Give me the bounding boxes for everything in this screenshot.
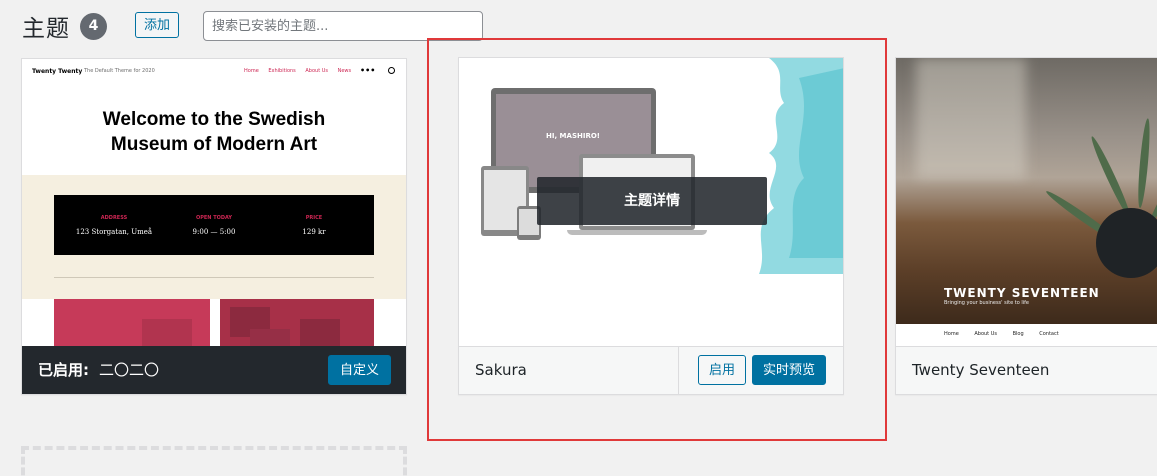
theme-screenshot[interactable]: Twenty Twenty The Default Theme for 2020… bbox=[22, 59, 406, 347]
active-theme-label: 已启用: 二〇二〇 bbox=[38, 361, 160, 379]
divider bbox=[54, 277, 374, 278]
screenshot-nav-item: About Us bbox=[305, 68, 329, 74]
screenshot-site-title: HI, MASHIRO! bbox=[546, 132, 600, 140]
screenshot-nav-item: Home bbox=[944, 331, 959, 337]
info-value: 123 Storgatan, Umeå bbox=[75, 228, 153, 236]
theme-card-sakura[interactable]: HI, MASHIRO! 主题详情 Sakura 启用 实时预览 bbox=[458, 57, 844, 395]
info-label: ADDRESS bbox=[100, 215, 128, 221]
add-new-theme-card[interactable] bbox=[21, 446, 407, 476]
screenshot-nav-item: News bbox=[337, 68, 352, 74]
screenshot-headline: Welcome to the Swedish Museum of Modern … bbox=[102, 109, 326, 155]
theme-card-twenty-twenty[interactable]: Twenty Twenty The Default Theme for 2020… bbox=[21, 58, 407, 395]
more-dots-icon: ••• bbox=[360, 66, 376, 75]
screenshot-photo: TWENTY SEVENTEEN Bringing your business'… bbox=[896, 58, 1157, 324]
live-preview-button[interactable]: 实时预览 bbox=[752, 355, 827, 385]
activate-button[interactable]: 启用 bbox=[698, 355, 747, 385]
screenshot-site-title: Twenty Twenty bbox=[32, 68, 83, 75]
theme-screenshot[interactable]: HI, MASHIRO! 主题详情 bbox=[459, 58, 843, 346]
screenshot-image bbox=[220, 299, 374, 347]
screenshot-nav-item: Contact bbox=[1039, 331, 1059, 337]
page-header: 主题 4 bbox=[22, 10, 107, 42]
plant-pot bbox=[1096, 208, 1157, 278]
search-icon bbox=[388, 67, 395, 74]
screenshot-site-tagline: The Default Theme for 2020 bbox=[84, 68, 155, 74]
screenshot-image bbox=[54, 299, 210, 347]
theme-screenshot[interactable]: TWENTY SEVENTEEN Bringing your business'… bbox=[896, 58, 1157, 346]
theme-name: Twenty Seventeen bbox=[912, 361, 1050, 379]
theme-footer: Sakura 启用 实时预览 bbox=[459, 346, 843, 394]
theme-count-badge: 4 bbox=[80, 12, 107, 40]
search-themes-input[interactable] bbox=[203, 11, 483, 41]
info-label: OPEN TODAY bbox=[195, 215, 233, 221]
screenshot-nav-item: Home bbox=[244, 68, 259, 74]
screenshot-site-title: TWENTY SEVENTEEN bbox=[944, 286, 1100, 300]
screenshot-site-tagline: Bringing your business' site to life bbox=[944, 300, 1029, 306]
info-label: PRICE bbox=[305, 215, 323, 221]
theme-footer: 已启用: 二〇二〇 自定义 bbox=[22, 346, 406, 394]
add-theme-button[interactable]: 添加 bbox=[135, 12, 180, 38]
screenshot-nav: Home Exhibitions About Us News bbox=[244, 68, 359, 74]
screenshot-nav: Home About Us Blog Contact bbox=[944, 331, 1073, 337]
theme-name: Sakura bbox=[475, 361, 527, 379]
theme-actions: 启用 实时预览 bbox=[678, 347, 843, 394]
screenshot-nav-item: About Us bbox=[974, 331, 997, 337]
theme-details-overlay[interactable]: 主题详情 bbox=[537, 177, 767, 225]
theme-footer: Twenty Seventeen bbox=[896, 346, 1157, 394]
info-value: 9:00 — 5:00 bbox=[192, 228, 236, 236]
screenshot-nav-item: Exhibitions bbox=[268, 68, 296, 74]
screenshot-info-box: ADDRESS 123 Storgatan, Umeå OPEN TODAY 9… bbox=[54, 195, 374, 255]
customize-button[interactable]: 自定义 bbox=[327, 355, 391, 385]
page-title: 主题 bbox=[22, 16, 70, 42]
screenshot-nav-item: Blog bbox=[1012, 331, 1024, 337]
info-value: 129 kr bbox=[302, 228, 326, 236]
theme-card-twenty-seventeen[interactable]: TWENTY SEVENTEEN Bringing your business'… bbox=[895, 57, 1157, 395]
watercolor-splash bbox=[759, 58, 843, 274]
active-theme-name: 二〇二〇 bbox=[99, 361, 160, 379]
